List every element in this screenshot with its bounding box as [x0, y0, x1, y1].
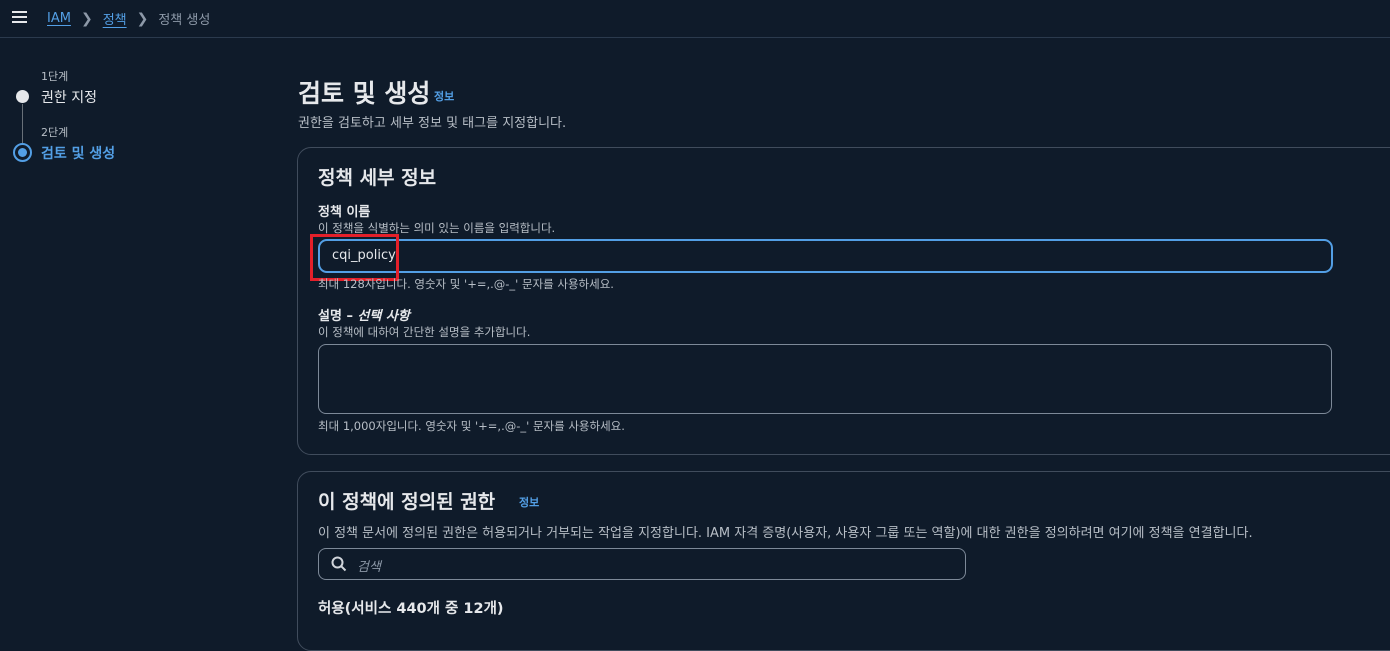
page-description: 권한을 검토하고 세부 정보 및 태그를 지정합니다. [298, 116, 567, 131]
permissions-search-input[interactable]: 검색 [318, 548, 966, 580]
description-textarea[interactable] [318, 344, 1332, 414]
page-title: 검토 및 생성 [298, 79, 431, 108]
step-2-number: 2단계 [41, 126, 69, 139]
permissions-info-link[interactable]: 정보 [519, 494, 539, 510]
description-optional-text: 선택 사항 [357, 309, 410, 324]
step-1-title[interactable]: 권한 지정 [41, 87, 97, 107]
breadcrumb-current: 정책 생성 [158, 13, 211, 28]
search-placeholder: 검색 [357, 560, 381, 575]
step-2-indicator-icon [13, 143, 32, 162]
menu-icon[interactable] [12, 10, 28, 24]
permissions-description: 이 정책 문서에 정의된 권한은 허용되거나 거부되는 작업을 지정합니다. I… [318, 526, 1253, 541]
policy-name-constraint: 최대 128자입니다. 영숫자 및 '+=,.@-_' 문자를 사용하세요. [318, 277, 614, 291]
page-info-link[interactable]: 정보 [434, 88, 454, 104]
breadcrumb-iam[interactable]: IAM [47, 11, 71, 26]
highlight-annotation [310, 234, 399, 281]
step-1-indicator-icon [16, 90, 29, 103]
step-2-title: 검토 및 생성 [41, 146, 116, 162]
description-hint: 이 정책에 대하여 간단한 설명을 추가합니다. [318, 325, 531, 339]
description-label: 설명 – 선택 사항 [318, 305, 410, 324]
policy-details-title: 정책 세부 정보 [318, 167, 437, 189]
chevron-right-icon: ❯ [80, 10, 93, 27]
policy-details-panel: 정책 세부 정보 정책 이름 이 정책을 식별하는 의미 있는 이름을 입력합니… [297, 147, 1390, 455]
step-connector [22, 104, 23, 144]
step-1-number: 1단계 [41, 70, 69, 83]
breadcrumb: IAM ❯ 정책 ❯ 정책 생성 [47, 9, 211, 29]
policy-name-input[interactable]: cqi_policy [318, 239, 1333, 273]
top-bar: IAM ❯ 정책 ❯ 정책 생성 [0, 0, 1390, 38]
description-constraint: 최대 1,000자입니다. 영숫자 및 '+=,.@-_' 문자를 사용하세요. [318, 419, 625, 433]
permissions-title: 이 정책에 정의된 권한 [318, 491, 496, 513]
search-icon [331, 556, 347, 572]
description-label-text: 설명 – [318, 309, 358, 324]
permissions-panel: 이 정책에 정의된 권한 정보 이 정책 문서에 정의된 권한은 허용되거나 거… [297, 471, 1390, 651]
chevron-right-icon: ❯ [136, 10, 149, 27]
policy-name-label: 정책 이름 [318, 205, 371, 220]
breadcrumb-policies[interactable]: 정책 [103, 9, 127, 28]
allow-summary: 허용(서비스 440개 중 12개) [318, 601, 504, 617]
